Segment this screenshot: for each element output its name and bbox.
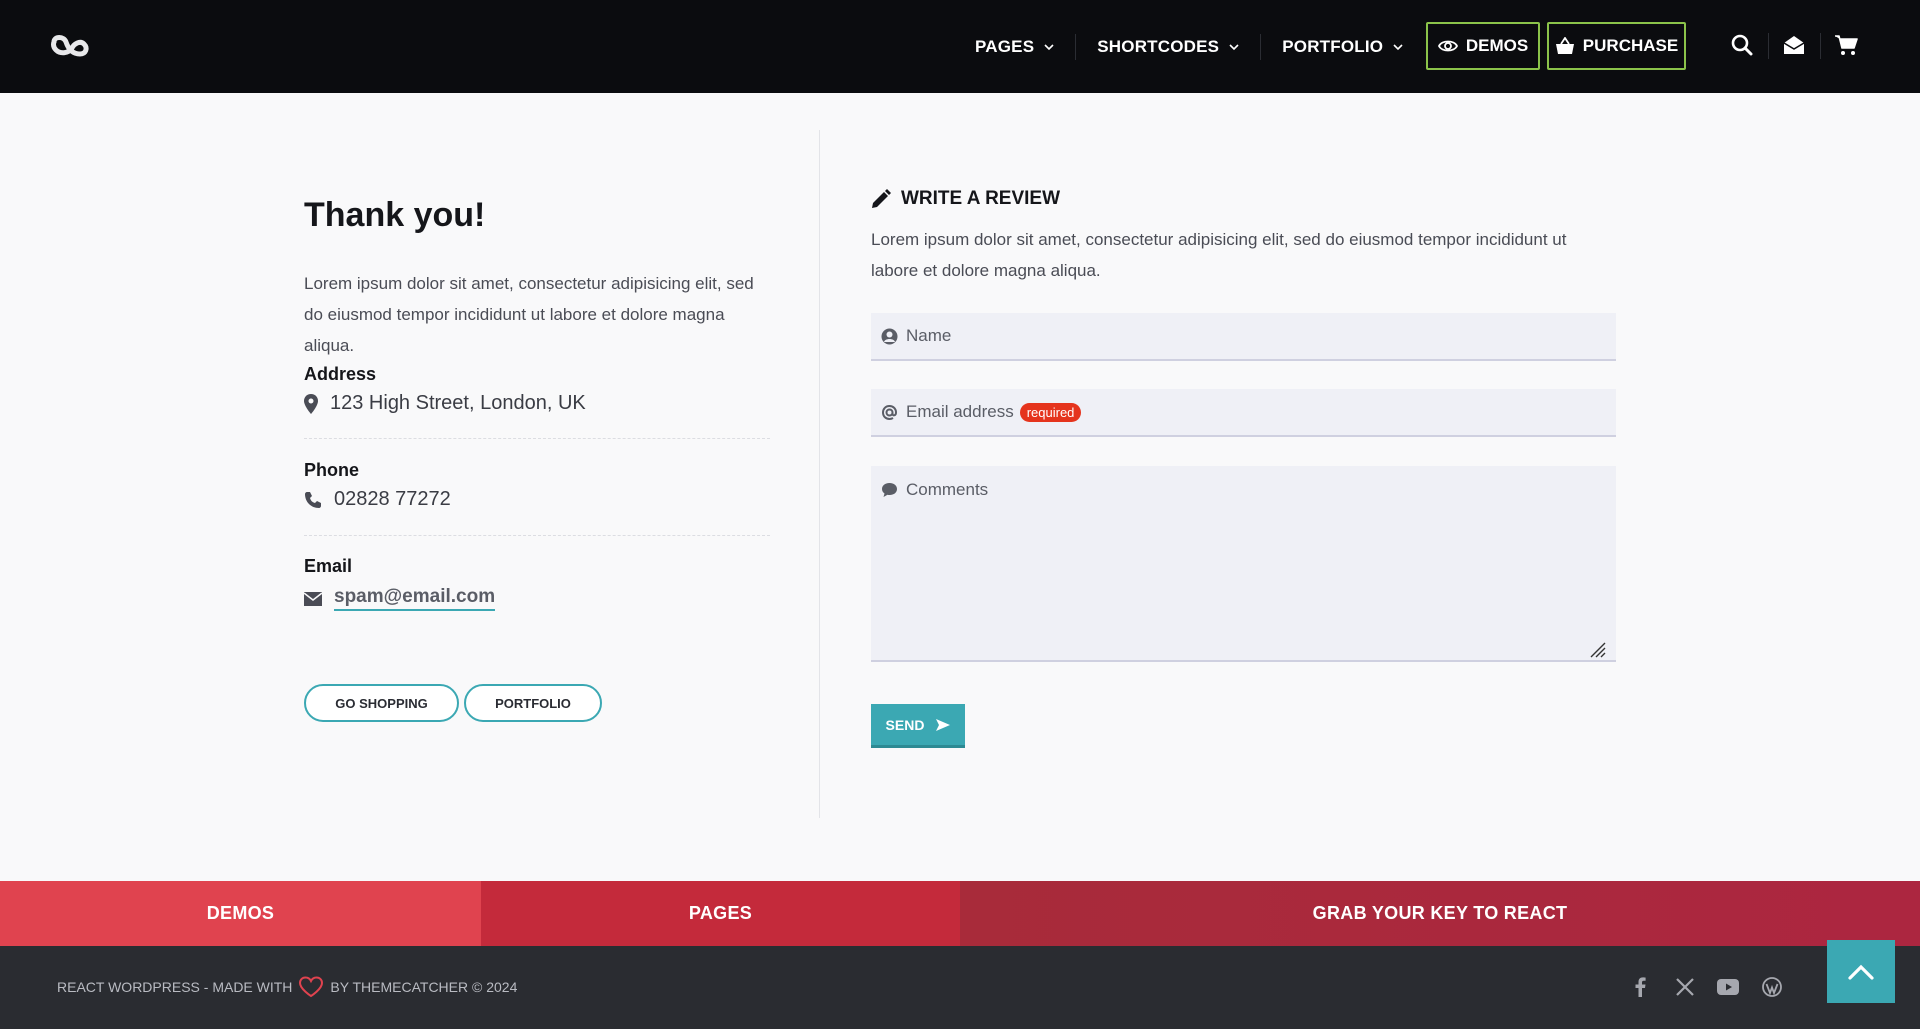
demos-button[interactable]: DEMOS: [1426, 22, 1540, 70]
cart-icon[interactable]: [1831, 30, 1861, 60]
nav-pages[interactable]: PAGES: [975, 0, 1054, 93]
phone-icon: [305, 491, 321, 508]
back-to-top-button[interactable]: [1827, 940, 1895, 1003]
name-placeholder: Name: [906, 326, 952, 345]
send-button-label: SEND: [885, 716, 925, 733]
column-divider: [819, 130, 820, 818]
portfolio-button[interactable]: PORTFOLIO: [464, 684, 602, 722]
required-badge: required: [1019, 402, 1082, 422]
comment-icon: [882, 483, 897, 497]
page-title: Thank you!: [304, 196, 486, 234]
heart-icon: [299, 976, 324, 998]
comments-placeholder: Comments: [906, 480, 989, 499]
facebook-icon[interactable]: [1627, 974, 1653, 1000]
copyright-pre: REACT WORDPRESS - MADE WITH: [57, 979, 293, 995]
phone-value-row: 02828 77272: [304, 488, 451, 511]
main-nav: PAGES SHORTCODES PORTFOLIO: [975, 0, 1403, 93]
contact-lead-text: Lorem ipsum dolor sit amet, consectetur …: [304, 274, 754, 355]
footer-link-bar: DEMOS PAGES GRAB YOUR KEY TO REACT: [0, 881, 1920, 946]
send-button[interactable]: SEND: [871, 704, 965, 748]
resize-handle-icon[interactable]: [1588, 640, 1606, 658]
chevron-down-icon: [1229, 43, 1239, 50]
youtube-icon[interactable]: [1715, 974, 1741, 1000]
email-label: Email: [304, 556, 353, 576]
header-divider: [1820, 33, 1821, 59]
address-value-row: 123 High Street, London, UK: [304, 392, 586, 415]
logo-icon[interactable]: [48, 32, 92, 60]
nav-shortcodes[interactable]: SHORTCODES: [1097, 0, 1239, 93]
go-shopping-button[interactable]: GO SHOPPING: [304, 684, 459, 722]
nav-portfolio[interactable]: PORTFOLIO: [1282, 0, 1403, 93]
name-input[interactable]: Name: [871, 313, 1616, 361]
top-navbar: PAGES SHORTCODES PORTFOLIO DEMOS PURCHAS…: [0, 0, 1920, 93]
eye-icon: [1437, 40, 1458, 52]
map-pin-icon: [304, 393, 318, 414]
email-placeholder: Email address: [906, 402, 1014, 421]
copyright-post: BY THEMECATCHER © 2024: [330, 979, 518, 995]
copyright: REACT WORDPRESS - MADE WITH BY THEMECATC…: [57, 976, 517, 998]
basket-icon: [1555, 37, 1574, 54]
nav-pages-label: PAGES: [975, 36, 1035, 56]
envelope-icon: [304, 591, 322, 606]
info-separator: [304, 438, 770, 439]
demos-button-label: DEMOS: [1465, 36, 1529, 55]
search-icon[interactable]: [1727, 30, 1757, 60]
email-value-row: spam@email.com: [304, 586, 496, 611]
phone-label: Phone: [304, 460, 360, 480]
send-arrow-icon: [936, 718, 951, 731]
chevron-up-icon: [1848, 964, 1874, 980]
phone-value: 02828 77272: [334, 488, 451, 510]
user-circle-icon: [881, 328, 898, 344]
site-footer: REACT WORDPRESS - MADE WITH BY THEMECATC…: [0, 946, 1920, 1029]
email-input[interactable]: Email address required: [871, 389, 1616, 437]
footer-demos-link[interactable]: DEMOS: [0, 881, 481, 946]
nav-divider: [1260, 33, 1262, 60]
header-divider: [1768, 33, 1769, 59]
review-heading-label: WRITE A REVIEW: [901, 188, 1061, 209]
chevron-down-icon: [1044, 43, 1054, 50]
nav-portfolio-label: PORTFOLIO: [1282, 36, 1384, 56]
pencil-icon: [872, 189, 891, 208]
footer-key-link[interactable]: GRAB YOUR KEY TO REACT: [960, 881, 1920, 946]
at-sign-icon: [881, 404, 898, 420]
nav-divider: [1075, 33, 1077, 60]
purchase-button[interactable]: PURCHASE: [1547, 22, 1686, 70]
comments-textarea[interactable]: Comments: [871, 466, 1616, 662]
email-link[interactable]: spam@email.com: [334, 586, 496, 611]
chevron-down-icon: [1393, 43, 1403, 50]
review-lead-text: Lorem ipsum dolor sit amet, consectetur …: [871, 230, 1567, 280]
mail-icon[interactable]: [1779, 30, 1809, 60]
info-separator: [304, 535, 770, 536]
footer-pages-link[interactable]: PAGES: [481, 881, 960, 946]
purchase-button-label: PURCHASE: [1582, 36, 1679, 55]
address-value: 123 High Street, London, UK: [330, 392, 586, 414]
address-label: Address: [304, 364, 377, 384]
wordpress-icon[interactable]: [1759, 974, 1785, 1000]
nav-shortcodes-label: SHORTCODES: [1097, 36, 1220, 56]
x-icon[interactable]: [1672, 974, 1698, 1000]
review-heading: WRITE A REVIEW: [871, 188, 1060, 210]
